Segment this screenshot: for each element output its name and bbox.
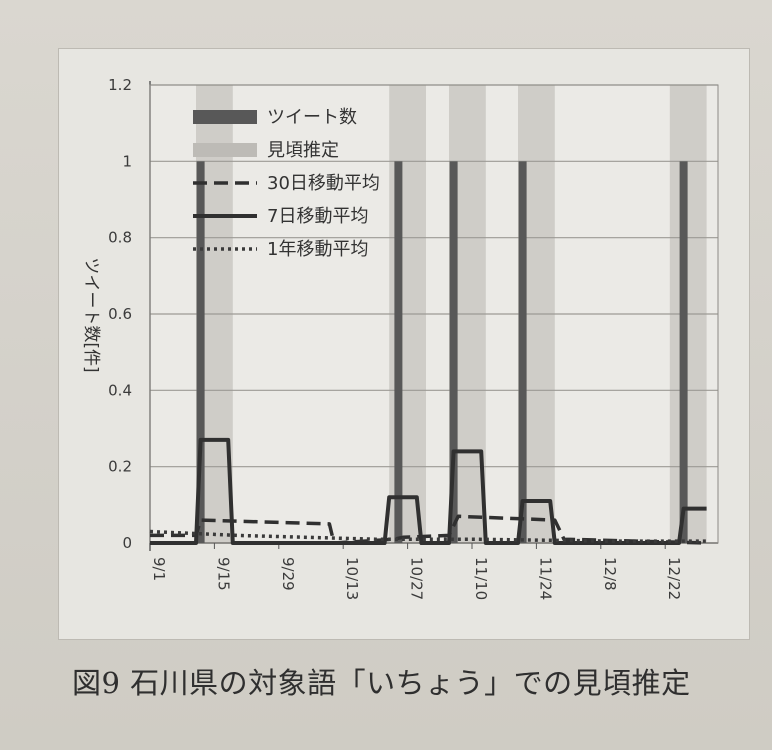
x-tick-label: 11/10 [472,557,490,600]
tweet-bar-4 [679,161,688,544]
legend-label: 7日移動平均 [267,206,368,227]
page: 0 0.2 0.4 0.6 0.8 1 1.2 9/1 9/15 9/29 10/13 10/27 11… [0,0,772,750]
legend-label: 1年移動平均 [267,239,368,260]
legend-label: 30日移動平均 [267,173,380,194]
chart: 0 0.2 0.4 0.6 0.8 1 1.2 9/1 9/15 9/29 10/13 10/27 11… [81,76,719,600]
legend-label: ツイート数 [267,107,357,128]
y-tick-label: 0.8 [108,229,132,247]
x-tick-label: 10/27 [408,557,426,600]
x-tick-label: 9/15 [214,557,232,591]
y-tick-label: 0.6 [108,305,132,323]
tweet-bar-1 [394,161,403,544]
y-tick-label: 1 [122,152,132,170]
x-tick-label: 12/8 [601,557,619,591]
y-axis-label: ツイート数[件] [81,257,101,372]
legend-swatch-shade [193,143,257,157]
y-tick-label: 0 [122,534,132,552]
figure-caption: 図9 石川県の対象語「いちょう」での見頃推定 [72,666,691,700]
x-tick-label: 9/29 [279,557,297,591]
x-tick-label: 11/24 [536,557,554,600]
legend-swatch-tweets [193,110,257,124]
y-tick-label: 0.2 [108,458,132,476]
tweet-bar-3 [518,161,527,544]
y-tick-label: 1.2 [108,76,132,94]
x-tick-label: 12/22 [665,557,683,600]
x-tick-label: 9/1 [150,557,168,581]
x-tick-label: 10/13 [343,557,361,600]
y-tick-label: 0.4 [108,381,132,399]
legend-label: 見頃推定 [267,140,339,161]
